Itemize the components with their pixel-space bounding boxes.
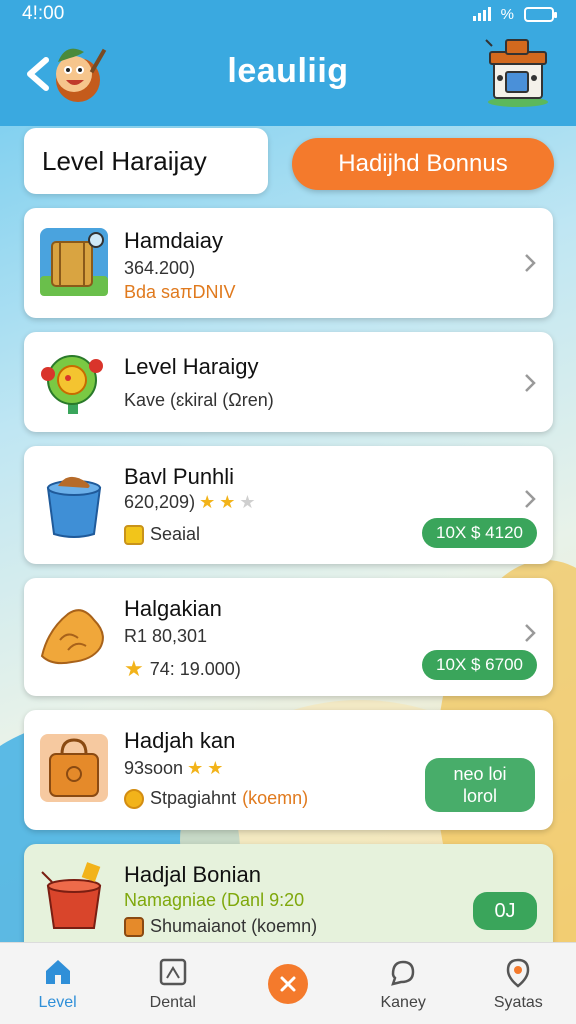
item-subtitle: R1 80,301 bbox=[124, 626, 208, 646]
status-bar: 4!:00 % bbox=[0, 0, 576, 28]
app-header: 4!:00 % leauliig bbox=[0, 0, 576, 126]
claim-button-line2: lorol bbox=[462, 786, 497, 806]
item-name: Bavl Punhli bbox=[124, 464, 235, 489]
item-value: 620,209) bbox=[124, 492, 196, 512]
network-indicator: % bbox=[500, 5, 514, 23]
item-subtitle: 620,209) ★ ★ ★ bbox=[124, 492, 255, 513]
item-name: Hadjah kan bbox=[124, 728, 236, 753]
item-name: Hamdaiay bbox=[124, 228, 224, 253]
nav-label: Kaney bbox=[380, 993, 426, 1011]
status-time: 4!:00 bbox=[22, 3, 65, 24]
pin-icon bbox=[507, 958, 530, 988]
nav-close[interactable] bbox=[238, 963, 338, 1004]
item-subtitle: 364.200) bbox=[124, 258, 196, 278]
star-icon: ★ bbox=[199, 492, 216, 512]
reward-badge[interactable]: 0J bbox=[473, 892, 537, 930]
basket-icon bbox=[40, 228, 108, 296]
nav-kaney[interactable]: Kaney bbox=[353, 956, 453, 1012]
nav-level[interactable]: Level bbox=[8, 956, 108, 1012]
list-item[interactable]: Halgakian R1 80,301 ★ 74: 19.000) 10X $ … bbox=[24, 578, 553, 696]
nav-label: Dental bbox=[149, 993, 196, 1011]
star-icon: ★ bbox=[207, 758, 224, 778]
item-subtitle: Kave (ɛkiral (Ωren) bbox=[124, 390, 274, 410]
claim-button[interactable]: neo loi lorol bbox=[425, 758, 535, 812]
pastry-icon bbox=[40, 609, 104, 665]
shop-icon[interactable] bbox=[482, 34, 552, 108]
star-icon: ★ bbox=[239, 492, 256, 512]
list-item[interactable]: Hadjah kan 93soon ★ ★ Stpagiahnt (koemn)… bbox=[24, 710, 553, 830]
item-note-highlight: (koemn) bbox=[242, 788, 309, 808]
chevron-right-icon[interactable] bbox=[523, 372, 537, 394]
claim-button-line1: neo loi bbox=[453, 764, 507, 784]
price-badge[interactable]: 10X $ 6700 bbox=[422, 650, 537, 680]
bucket-icon bbox=[46, 476, 102, 538]
coupon-icon bbox=[124, 524, 144, 545]
pot-icon bbox=[41, 862, 102, 929]
list-item[interactable]: Hamdaiay 364.200) Bda saπDNIV bbox=[24, 208, 553, 318]
frame-icon bbox=[159, 958, 187, 985]
nav-label: Level bbox=[38, 993, 77, 1011]
nav-dental[interactable]: Dental bbox=[123, 956, 223, 1012]
item-subtitle: Namagniae (Danl 9:20 bbox=[124, 890, 305, 910]
chevron-right-icon[interactable] bbox=[523, 488, 537, 510]
status-icons: % bbox=[472, 5, 557, 23]
item-note: Stpagiahnt (koemn) bbox=[124, 788, 308, 809]
item-note: Seaial bbox=[124, 524, 200, 545]
star-icon: ★ bbox=[187, 758, 204, 778]
item-note: Bda saπDNIV bbox=[124, 282, 236, 302]
item-value: 93soon bbox=[124, 758, 184, 778]
item-note: Shumaianot (koemn) bbox=[124, 916, 317, 937]
battery-icon bbox=[524, 6, 557, 22]
chat-icon bbox=[391, 960, 415, 986]
item-note-text: 74: 19.000) bbox=[149, 658, 241, 679]
coupon-icon bbox=[124, 916, 144, 937]
bonus-button[interactable]: Hadijhd Bonnus bbox=[292, 138, 554, 190]
chevron-right-icon[interactable] bbox=[523, 622, 537, 644]
price-badge[interactable]: 10X $ 4120 bbox=[422, 518, 537, 548]
star-icon: ★ bbox=[124, 656, 144, 681]
item-name: Hadjal Bonian bbox=[124, 862, 261, 887]
level-tab[interactable]: Level Haraijay bbox=[24, 128, 268, 194]
home-icon bbox=[45, 959, 70, 984]
close-icon bbox=[267, 963, 308, 1004]
list-item[interactable]: Bavl Punhli 620,209) ★ ★ ★ Seaial 10X $ … bbox=[24, 446, 553, 564]
item-note: ★ 74: 19.000) bbox=[124, 656, 241, 682]
star-icon: ★ bbox=[219, 492, 236, 512]
bottom-nav: Level Dental Kaney Syatas bbox=[0, 942, 576, 1024]
signal-icon bbox=[472, 7, 491, 21]
target-toy-icon bbox=[41, 355, 103, 414]
chevron-right-icon[interactable] bbox=[523, 252, 537, 274]
item-subtitle: 93soon ★ ★ bbox=[124, 758, 223, 779]
bag-icon bbox=[40, 734, 108, 802]
list-item[interactable]: Level Haraigy Kave (ɛkiral (Ωren) bbox=[24, 332, 553, 432]
nav-label: Syatas bbox=[493, 993, 543, 1011]
item-name: Level Haraigy bbox=[124, 354, 259, 379]
item-note-text: Shumaianot (koemn) bbox=[150, 916, 318, 936]
item-note-text: Seaial bbox=[150, 524, 201, 544]
coin-icon bbox=[124, 788, 144, 809]
nav-syatas[interactable]: Syatas bbox=[468, 956, 568, 1012]
item-name: Halgakian bbox=[124, 596, 222, 621]
item-note-text: Stpagiahnt bbox=[150, 788, 237, 808]
